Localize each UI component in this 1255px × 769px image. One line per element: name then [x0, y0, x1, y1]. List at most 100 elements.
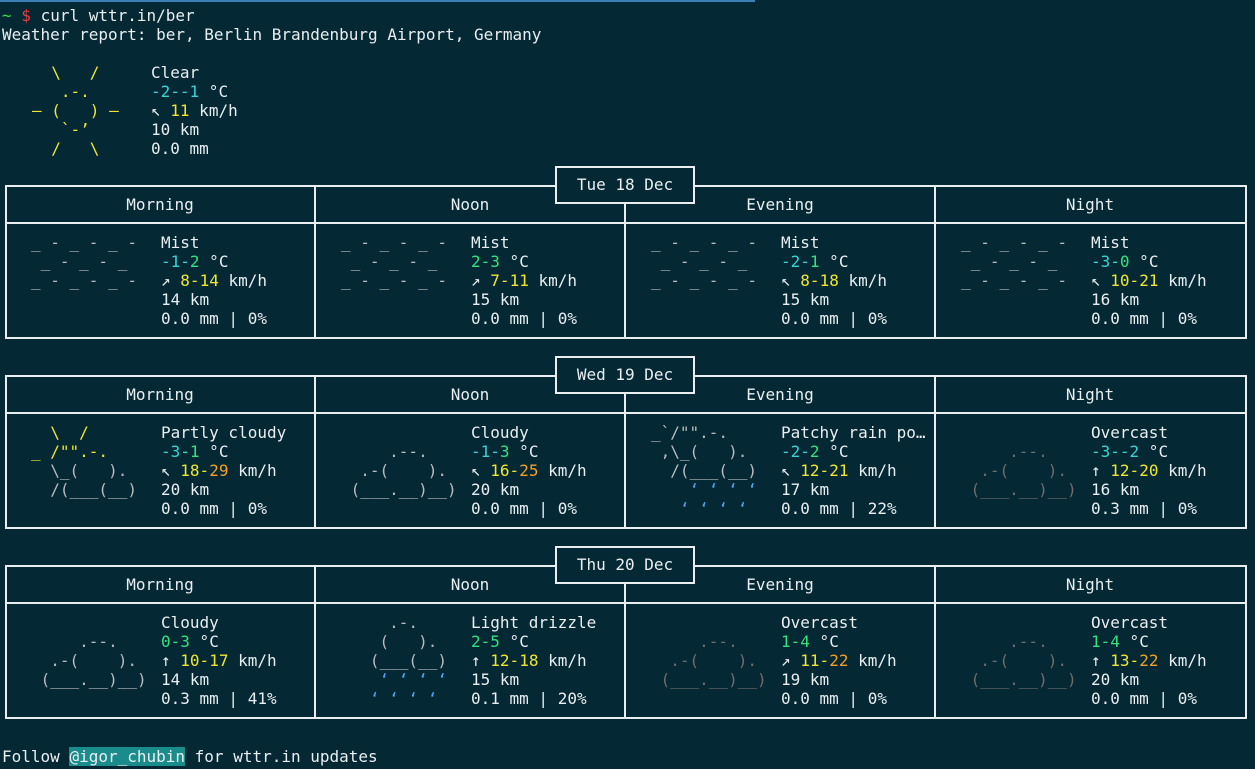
icon-line: ,\_( ).	[651, 442, 767, 461]
temp-low: -3	[1091, 442, 1111, 461]
visibility: 20 km	[471, 480, 520, 499]
temp-low: -1	[161, 252, 181, 271]
wind-high: 21	[829, 461, 849, 480]
icon-line: .-( ).	[31, 651, 147, 670]
icon-line: .-( ).	[341, 461, 457, 480]
temperature-range: -3-1 °C	[161, 442, 286, 461]
icon-line: _ - _ - _	[961, 252, 1077, 271]
current-visibility: 10 km	[151, 120, 200, 139]
wind-unit: km/h	[848, 461, 897, 480]
icon-line: _ - _ - _ -	[651, 271, 767, 290]
current-sun-icon: \ / .-. ― ( ) ― `-’ / \	[32, 63, 119, 158]
precipitation: 0.3 mm | 0%	[1091, 499, 1197, 518]
temp-separator: -	[490, 442, 500, 461]
wind-unit: km/h	[1158, 461, 1207, 480]
wind-low: 10	[1110, 271, 1130, 290]
wind-high: 22	[1139, 651, 1159, 670]
icon-line: (___.__)__)	[31, 670, 147, 689]
weather-icon: .-. ( ). (___(__) ‘ ‘ ‘ ‘ ‘ ‘ ‘ ‘	[341, 613, 457, 708]
precipitation: 0.3 mm | 41%	[161, 689, 277, 708]
precipitation: 0.0 mm | 0%	[471, 499, 577, 518]
wind-low: 7	[490, 271, 500, 290]
temperature-range: 1-4 °C	[781, 632, 897, 651]
wind-high: 21	[1139, 271, 1159, 290]
precipitation: 0.0 mm | 0%	[1091, 309, 1197, 328]
current-details: Clear -2--1 °C ↖ 11 km/h 10 km 0.0 mm	[151, 63, 238, 158]
wind-high: 22	[829, 651, 849, 670]
wind-range: ↑ 12-20 km/h	[1091, 461, 1207, 480]
visibility: 19 km	[781, 670, 830, 689]
temp-low: -1	[471, 442, 491, 461]
wind-high: 11	[509, 271, 529, 290]
forecast-details: Mist -2-1 °C ↖ 8-18 km/h 15 km 0.0 mm | 0%	[781, 233, 887, 328]
date-label: Tue 18 Dec	[555, 166, 695, 204]
header-divider	[5, 602, 1247, 604]
wind-range: ↗ 8-14 km/h	[161, 271, 267, 290]
icon-line: .--.	[961, 632, 1077, 651]
temp-separator: -	[1110, 442, 1120, 461]
wind-separator: -	[499, 271, 510, 290]
wind-separator: -	[509, 461, 520, 480]
author-handle-link[interactable]: @igor_chubin	[69, 747, 186, 766]
wind-separator: -	[509, 651, 520, 670]
precipitation: 0.1 mm | 20%	[471, 689, 587, 708]
visibility: 17 km	[781, 480, 830, 499]
temp-high: 0	[1119, 252, 1130, 271]
current-precipitation: 0.0 mm	[151, 139, 209, 158]
icon-line: .--.	[341, 442, 457, 461]
precipitation: 0.0 mm | 0%	[161, 309, 267, 328]
icon-line: (___(__)	[341, 651, 457, 670]
condition-text: Partly cloudy	[161, 423, 287, 442]
temp-separator: -	[480, 252, 491, 271]
condition-text: Cloudy	[471, 423, 529, 442]
wind-arrow-icon: ↗	[471, 271, 481, 290]
temperature-range: -3-0 °C	[1091, 252, 1207, 271]
wind-arrow-icon: ↖	[1091, 271, 1101, 290]
icon-line: _ - _ - _ -	[651, 233, 767, 252]
temp-unit: °C	[1139, 442, 1169, 461]
icon-line	[341, 423, 457, 442]
precipitation: 0.0 mm | 0%	[781, 689, 887, 708]
precipitation: 0.0 mm | 22%	[781, 499, 897, 518]
terminal-top-accent	[0, 0, 755, 2]
wind-unit: km/h	[538, 461, 587, 480]
wind-separator: -	[189, 271, 200, 290]
condition-text: Mist	[471, 233, 510, 252]
icon-line: _ /"".-.	[31, 442, 147, 461]
wind-low: 8	[800, 271, 810, 290]
icon-line: _ - _ - _ -	[31, 233, 147, 252]
temp-unit: °C	[819, 442, 849, 461]
wind-range: ↖ 16-25 km/h	[471, 461, 587, 480]
wind-low: 12	[1110, 461, 1130, 480]
wind-unit: km/h	[848, 651, 897, 670]
header-divider	[5, 412, 1247, 414]
icon-line: .-( ).	[651, 651, 767, 670]
temp-unit: °C	[499, 632, 529, 651]
precipitation: 0.0 mm | 0%	[471, 309, 577, 328]
temp-low: -2	[781, 442, 801, 461]
temperature-range: -1-2 °C	[161, 252, 267, 271]
wind-arrow-icon: ↖	[161, 461, 171, 480]
forecast-details: Mist -1-2 °C ↗ 8-14 km/h 14 km 0.0 mm | 0%	[161, 233, 267, 328]
wind-unit: km/h	[1158, 271, 1207, 290]
temp-unit: °C	[809, 632, 839, 651]
icon-line: (___.__)__)	[651, 670, 767, 689]
icon-line: /(___(__)	[651, 461, 767, 480]
wind-high: 29	[209, 461, 229, 480]
icon-line: _ - _ - _ -	[961, 271, 1077, 290]
temperature-range: -3--2 °C	[1091, 442, 1207, 461]
wind-arrow-icon: ↖	[471, 461, 481, 480]
wind-high: 17	[209, 651, 229, 670]
temp-high: 5	[490, 632, 500, 651]
temp-low: 2	[471, 252, 481, 271]
forecast-details: Cloudy 0-3 °C ↑ 10-17 km/h 14 km 0.3 mm | 41…	[161, 613, 277, 708]
condition-text: Mist	[1091, 233, 1130, 252]
period-header-morning: Morning	[126, 195, 194, 214]
weather-icon: _ - _ - _ - _ - _ - _ _ - _ - _ -	[961, 233, 1077, 290]
prompt-tilde: ~	[2, 6, 12, 25]
period-header-morning: Morning	[126, 385, 194, 404]
period-header-morning: Morning	[126, 575, 194, 594]
wind-unit: km/h	[838, 271, 887, 290]
footer-line: Follow @igor_chubin for wttr.in updates	[2, 747, 378, 766]
temp-unit: °C	[509, 442, 539, 461]
